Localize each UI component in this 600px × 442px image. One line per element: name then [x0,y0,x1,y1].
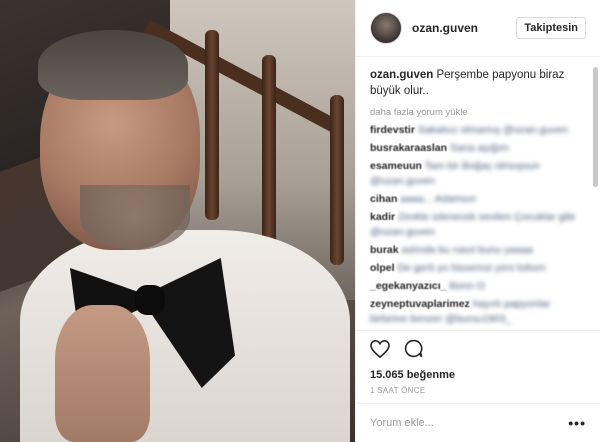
photo-baluster [330,95,344,265]
post-photo[interactable] [0,0,355,442]
comments-scrollbar[interactable] [593,67,598,187]
post-caption: ozan.guven Perşembe papyonu biraz büyük … [370,67,586,99]
comment-username[interactable]: kadir [370,211,395,223]
comment-item: _egekanyazıcı_ Bonn O [370,279,586,294]
like-count[interactable]: 15.065 beğenme [370,369,586,381]
follow-button[interactable]: Takiptesin [516,17,586,39]
more-options-icon[interactable]: ••• [568,415,586,431]
comment-text: Zevkle izlenecek sevilen Çocuklar gibi @… [370,211,575,238]
comment-item: esameuun Tam bir Boğaç olmuşsun @ozan.gu… [370,159,586,189]
comment-item: cihan aaaa... Adamsın [370,192,586,207]
comments-section: ozan.guven Perşembe papyonu biraz büyük … [356,57,600,330]
comment-item: olpel De gerti yo hissemsi yeni lottom [370,261,586,276]
comment-username[interactable]: cihan [370,193,397,205]
heart-icon[interactable] [370,339,390,363]
comment-item: zeyneptuvaplarimez hayırlı papyonlar bir… [370,297,586,327]
post-username[interactable]: ozan.guven [412,21,516,35]
caption-username[interactable]: ozan.guven [370,69,433,81]
avatar[interactable] [370,12,402,44]
comment-input[interactable] [370,417,569,429]
photo-beard [80,185,190,250]
comment-username[interactable]: olpel [370,262,395,274]
comment-username[interactable]: zeyneptuvaplarimez [370,298,470,310]
photo-baluster [205,30,219,220]
add-comment-bar: ••• [356,403,600,442]
comment-item: burak aslında bu nasıl bunu yaaaa [370,243,586,258]
comment-text: Bonn O [449,280,485,292]
comment-username[interactable]: esameuun [370,160,422,172]
comment-text: De gerti yo hissemsi yeni lottom [397,262,546,274]
comment-text: aslında bu nasıl bunu yaaaa [401,244,533,256]
comment-username[interactable]: busrakaraaslan [370,142,447,154]
comment-username[interactable]: burak [370,244,399,256]
photo-hand [55,305,150,442]
photo-baluster [262,55,276,245]
comment-username[interactable]: _egekanyazıcı_ [370,280,446,292]
comment-item: kadir Zevkle izlenecek sevilen Çocuklar … [370,210,586,240]
post-header: ozan.guven Takiptesin [356,0,600,57]
load-more-comments-link[interactable]: daha fazla yorum yükle [370,107,586,118]
comment-username[interactable]: firdevstir [370,124,415,136]
comment-item: firdevstir Sakalsız olmamış @ozan.guven [370,123,586,138]
comment-bubble-icon[interactable] [404,339,423,363]
action-icons [370,339,586,363]
post-actions: 15.065 beğenme 1 SAAT ÖNCE [356,330,600,403]
photo-bowtie-knot [135,285,165,315]
instagram-post: ozan.guven Takiptesin ozan.guven Perşemb… [0,0,600,442]
post-side-panel: ozan.guven Takiptesin ozan.guven Perşemb… [355,0,600,442]
comment-item: busrakaraaslan Sana aşığım [370,141,586,156]
photo-hair [38,30,188,100]
comment-text: Sana aşığım [449,142,509,154]
comment-text: Sakalsız olmamış @ozan.guven [417,124,569,136]
post-timestamp: 1 SAAT ÖNCE [370,386,426,395]
comment-text: aaaa... Adamsın [400,193,477,205]
